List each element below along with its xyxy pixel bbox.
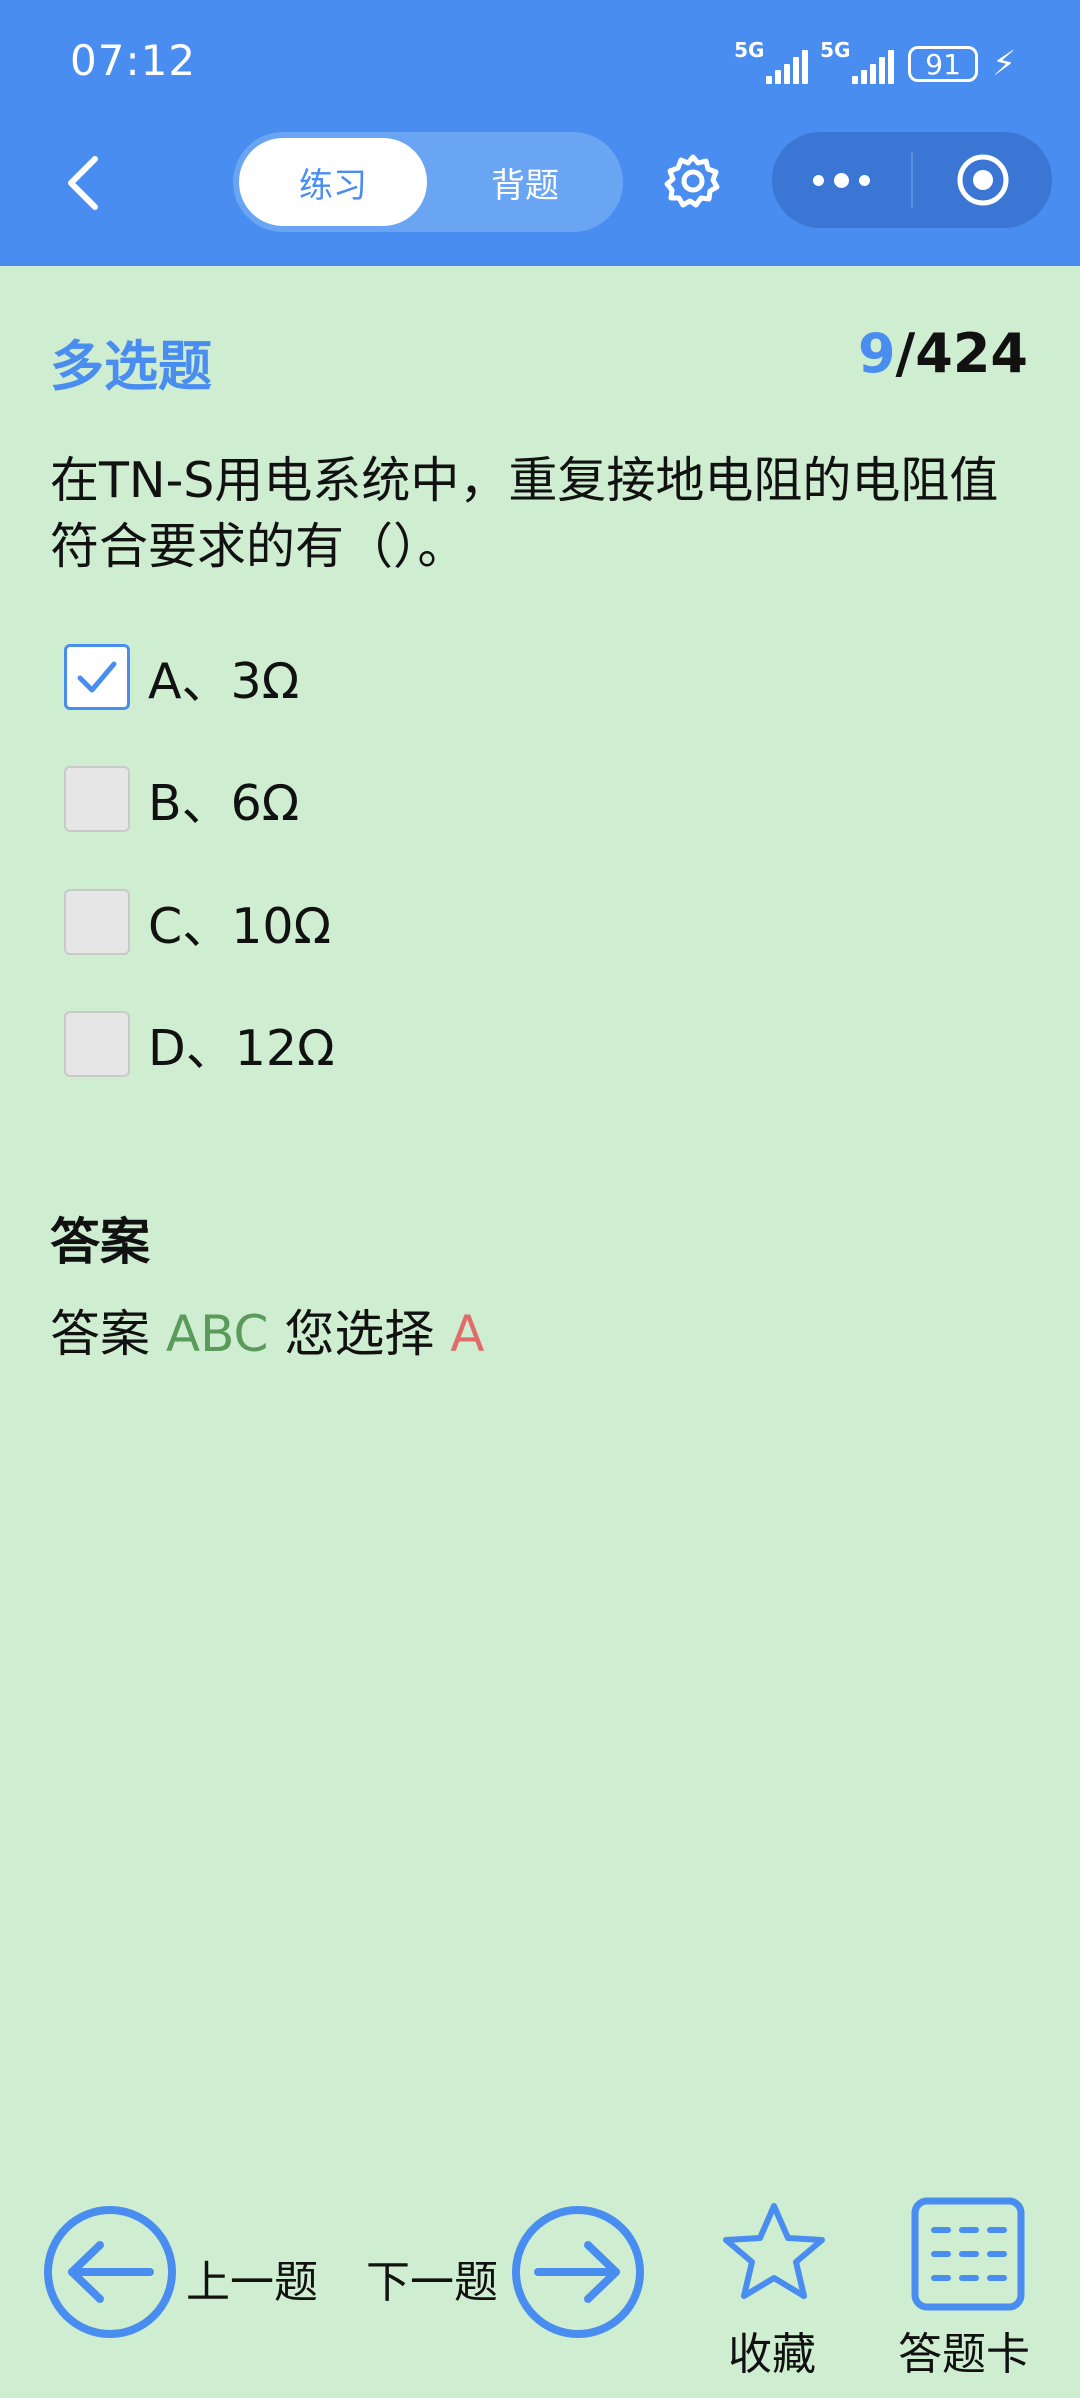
option-label: B、6Ω <box>148 774 300 832</box>
miniapp-capsule <box>772 132 1052 228</box>
question-type: 多选题 <box>50 335 212 398</box>
chosen-answer: A <box>450 1305 485 1363</box>
option-label: C、10Ω <box>148 897 332 955</box>
prev-question-label[interactable]: 上一题 <box>186 2246 318 2310</box>
signal-icon: 5G <box>734 38 809 84</box>
next-question-label[interactable]: 下一题 <box>366 2246 498 2310</box>
option-a[interactable]: A、3Ω <box>64 641 299 713</box>
question-counter: 9/424 <box>858 322 1028 385</box>
current-index: 9 <box>857 322 896 385</box>
mode-switch: 练习 背题 <box>233 132 623 232</box>
answer-title: 答案 <box>50 1213 150 1271</box>
question-text: 在TN-S用电系统中，重复接地电阻的电阻值符合要求的有（）。 <box>50 452 999 575</box>
correct-answer: ABC <box>165 1305 269 1363</box>
next-question-button[interactable] <box>512 2206 644 2338</box>
target-icon <box>957 154 1008 206</box>
close-miniapp-button[interactable] <box>913 132 1052 228</box>
arrow-right-icon <box>534 2241 620 2303</box>
prev-question-button[interactable] <box>44 2206 176 2338</box>
status-time: 07:12 <box>70 36 197 85</box>
grid-icon <box>911 2197 1025 2311</box>
favorite-label[interactable]: 收藏 <box>728 2318 816 2382</box>
status-icons: 5G 5G 91 ⚡ <box>734 38 1016 88</box>
checkbox[interactable] <box>64 889 130 955</box>
signal-icon: 5G <box>820 38 895 84</box>
favorite-button[interactable] <box>718 2198 830 2310</box>
tab-memorize[interactable]: 背题 <box>433 138 617 226</box>
checkbox[interactable] <box>64 766 130 832</box>
option-b[interactable]: B、6Ω <box>64 763 299 835</box>
checkbox[interactable] <box>64 644 130 710</box>
more-button[interactable] <box>772 132 911 228</box>
charging-icon: ⚡ <box>992 44 1016 84</box>
chosen-label: 您选择 <box>284 1305 435 1363</box>
battery-icon: 91 <box>908 46 979 82</box>
option-d[interactable]: D、12Ω <box>64 1008 335 1080</box>
option-label: D、12Ω <box>148 1019 335 1077</box>
answer-line: 答案 ABC 您选择 A <box>50 1294 484 1366</box>
answer-card-label[interactable]: 答题卡 <box>898 2318 1030 2382</box>
gear-icon <box>664 154 720 208</box>
tab-practice[interactable]: 练习 <box>239 138 427 226</box>
arrow-left-icon <box>68 2241 154 2303</box>
battery-level: 91 <box>925 47 961 81</box>
total-count: /424 <box>895 322 1028 385</box>
star-icon <box>723 2203 825 2299</box>
back-button[interactable] <box>58 150 108 216</box>
chevron-left-icon <box>68 156 98 210</box>
checkbox[interactable] <box>64 1011 130 1077</box>
option-c[interactable]: C、10Ω <box>64 886 331 958</box>
top-bar: 07:12 5G 5G 91 ⚡ 练习 背题 <box>0 0 1080 266</box>
check-icon <box>77 661 117 693</box>
settings-button[interactable] <box>660 148 726 214</box>
answer-card-button[interactable] <box>910 2196 1026 2312</box>
answer-prefix: 答案 <box>50 1305 150 1363</box>
option-label: A、3Ω <box>148 652 300 710</box>
